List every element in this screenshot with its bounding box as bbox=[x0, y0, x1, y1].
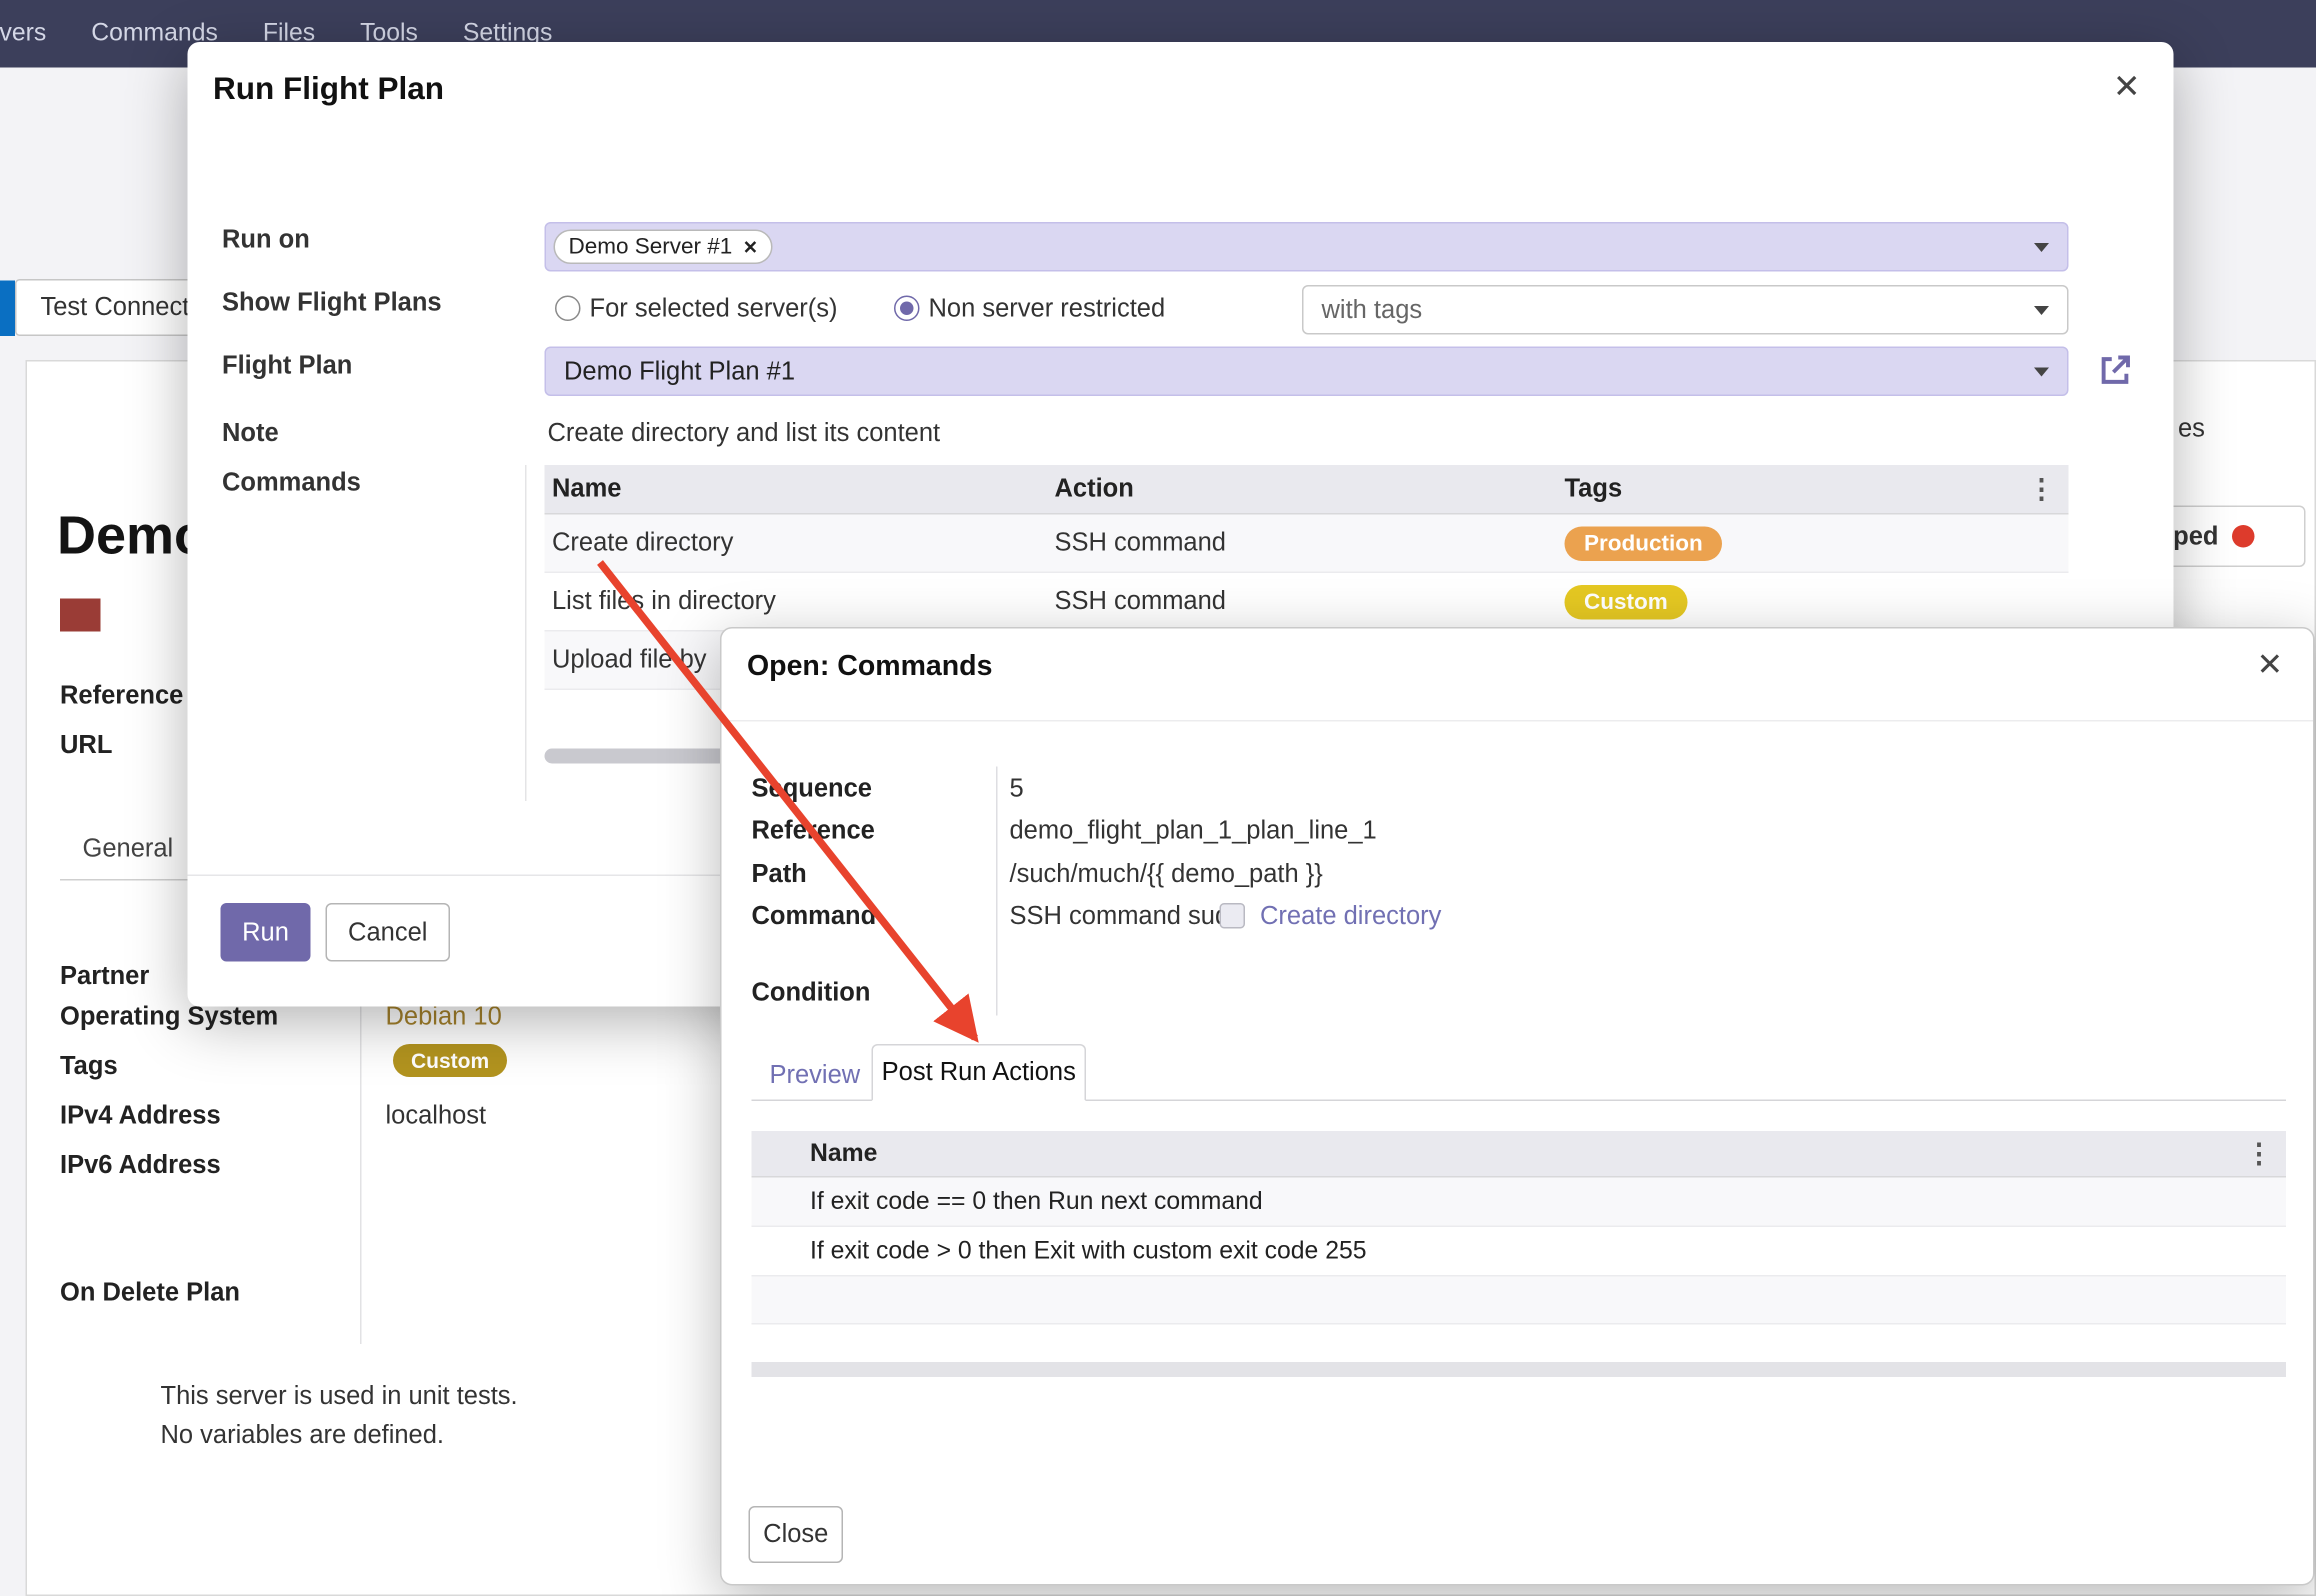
with-tags-placeholder: with tags bbox=[1322, 295, 1423, 325]
column-header-name[interactable]: Name bbox=[810, 1139, 2246, 1168]
commands-fields-divider bbox=[996, 767, 998, 1016]
commands-modal-close-icon[interactable]: ✕ bbox=[2257, 647, 2283, 685]
column-header-tags[interactable]: Tags bbox=[1565, 474, 2029, 504]
show-flight-plans-label: Show Flight Plans bbox=[222, 288, 442, 318]
partner-label: Partner bbox=[60, 962, 149, 992]
chevron-down-icon[interactable] bbox=[2034, 242, 2049, 251]
empty-row bbox=[752, 1277, 2287, 1325]
run-modal-title: Run Flight Plan bbox=[213, 72, 444, 108]
color-swatch[interactable] bbox=[60, 599, 101, 632]
tab-post-run-actions[interactable]: Post Run Actions bbox=[872, 1044, 1087, 1101]
radio-selected-servers-label[interactable]: For selected server(s) bbox=[590, 294, 838, 324]
reference-label: Reference bbox=[60, 681, 183, 711]
nav-item-servers[interactable]: Servers bbox=[0, 20, 46, 49]
flight-plan-select[interactable]: Demo Flight Plan #1 bbox=[545, 347, 2069, 397]
radio-selected-servers[interactable] bbox=[555, 296, 581, 322]
tags-label: Tags bbox=[60, 1052, 118, 1082]
chevron-down-icon[interactable] bbox=[2034, 305, 2049, 314]
unit-note-line-2: No variables are defined. bbox=[161, 1421, 445, 1451]
status-dot bbox=[2232, 525, 2255, 548]
table-row[interactable]: If exit code > 0 then Exit with custom e… bbox=[752, 1227, 2287, 1277]
commands-scroll-strip[interactable] bbox=[752, 1362, 2287, 1377]
command-label: Command bbox=[752, 902, 877, 932]
general-tab-underline bbox=[60, 879, 192, 881]
table-row[interactable]: List files in directory SSH command Cust… bbox=[545, 573, 2069, 632]
commands-modal-header-divider bbox=[722, 720, 2314, 722]
row-name: List files in directory bbox=[545, 587, 1055, 617]
post-run-table-header: Name ⋮ bbox=[752, 1131, 2287, 1178]
commands-modal-title: Open: Commands bbox=[747, 651, 992, 684]
flight-plan-value: Demo Flight Plan #1 bbox=[564, 356, 795, 386]
cancel-button[interactable]: Cancel bbox=[326, 903, 451, 962]
radio-non-server[interactable] bbox=[894, 296, 920, 322]
primary-button-fragment[interactable] bbox=[0, 281, 15, 337]
kebab-icon[interactable]: ⋮ bbox=[2246, 1140, 2287, 1167]
tag-badge: Production bbox=[1565, 526, 1723, 561]
run-modal-close-icon[interactable]: ✕ bbox=[2113, 68, 2141, 107]
row-action: SSH command bbox=[1055, 587, 1565, 617]
external-link-icon[interactable] bbox=[2096, 351, 2135, 390]
table-row[interactable]: If exit code == 0 then Run next command bbox=[752, 1178, 2287, 1228]
partial-text: es bbox=[2178, 414, 2205, 444]
close-button[interactable]: Close bbox=[749, 1506, 844, 1563]
column-header-action[interactable]: Action bbox=[1055, 474, 1565, 504]
os-label: Operating System bbox=[60, 1002, 278, 1032]
on-delete-label: On Delete Plan bbox=[60, 1278, 240, 1308]
open-commands-modal: Open: Commands ✕ Sequence 5 Reference de… bbox=[720, 627, 2315, 1586]
run-button[interactable]: Run bbox=[221, 903, 311, 962]
command-link[interactable]: Create directory bbox=[1260, 902, 1441, 932]
os-value[interactable]: Debian 10 bbox=[386, 1002, 502, 1032]
condition-label: Condition bbox=[752, 978, 871, 1008]
path-label: Path bbox=[752, 860, 807, 890]
note-label: Note bbox=[222, 419, 279, 449]
tag-remove-icon[interactable]: ✕ bbox=[743, 236, 758, 257]
tag-badge: Custom bbox=[1565, 584, 1688, 619]
plan-table-header: Name Action Tags ⋮ bbox=[545, 465, 2069, 515]
tags-badge[interactable]: Custom bbox=[393, 1044, 507, 1077]
row-action: SSH command bbox=[1055, 528, 1565, 558]
path-value: /such/much/{{ demo_path }} bbox=[1010, 860, 1323, 890]
ipv4-label: IPv4 Address bbox=[60, 1101, 221, 1131]
server-tag-pill: Demo Server #1 ✕ bbox=[554, 230, 773, 265]
commands-label: Commands bbox=[222, 468, 361, 498]
run-on-label: Run on bbox=[222, 225, 310, 255]
tab-general[interactable]: General bbox=[83, 834, 174, 864]
table-row[interactable]: Create directory SSH command Production bbox=[545, 515, 2069, 574]
tab-preview[interactable]: Preview bbox=[770, 1061, 861, 1091]
row-name: Create directory bbox=[545, 528, 1055, 558]
chevron-down-icon[interactable] bbox=[2034, 367, 2049, 376]
unit-note-line-1: This server is used in unit tests. bbox=[161, 1382, 518, 1412]
with-tags-select[interactable]: with tags bbox=[1302, 285, 2069, 335]
sequence-label: Sequence bbox=[752, 774, 872, 804]
command-checkbox[interactable] bbox=[1220, 903, 1246, 929]
run-modal-group-divider bbox=[525, 465, 527, 801]
server-tag-label: Demo Server #1 bbox=[569, 234, 733, 260]
kebab-icon[interactable]: ⋮ bbox=[2028, 476, 2069, 503]
row-name: If exit code == 0 then Run next command bbox=[810, 1187, 1263, 1216]
command-value: SSH command sudo bbox=[1010, 902, 1244, 932]
flight-plan-note: Create directory and list its content bbox=[548, 419, 941, 449]
flight-plan-label: Flight Plan bbox=[222, 351, 352, 381]
column-header-name[interactable]: Name bbox=[545, 474, 1055, 504]
run-on-field[interactable]: Demo Server #1 ✕ bbox=[545, 222, 2069, 272]
reference-field-label: Reference bbox=[752, 816, 875, 846]
row-name: If exit code > 0 then Exit with custom e… bbox=[810, 1237, 1367, 1266]
reference-field-value: demo_flight_plan_1_plan_line_1 bbox=[1010, 816, 1377, 846]
ipv6-label: IPv6 Address bbox=[60, 1151, 221, 1181]
post-run-table: Name ⋮ If exit code == 0 then Run next c… bbox=[752, 1131, 2287, 1325]
url-label: URL bbox=[60, 731, 112, 761]
stage: Servers Commands Files Tools Settings Te… bbox=[0, 0, 2316, 1596]
sequence-value: 5 bbox=[1010, 774, 1024, 804]
ipv4-value: localhost bbox=[386, 1101, 487, 1131]
radio-non-server-label[interactable]: Non server restricted bbox=[929, 294, 1166, 324]
